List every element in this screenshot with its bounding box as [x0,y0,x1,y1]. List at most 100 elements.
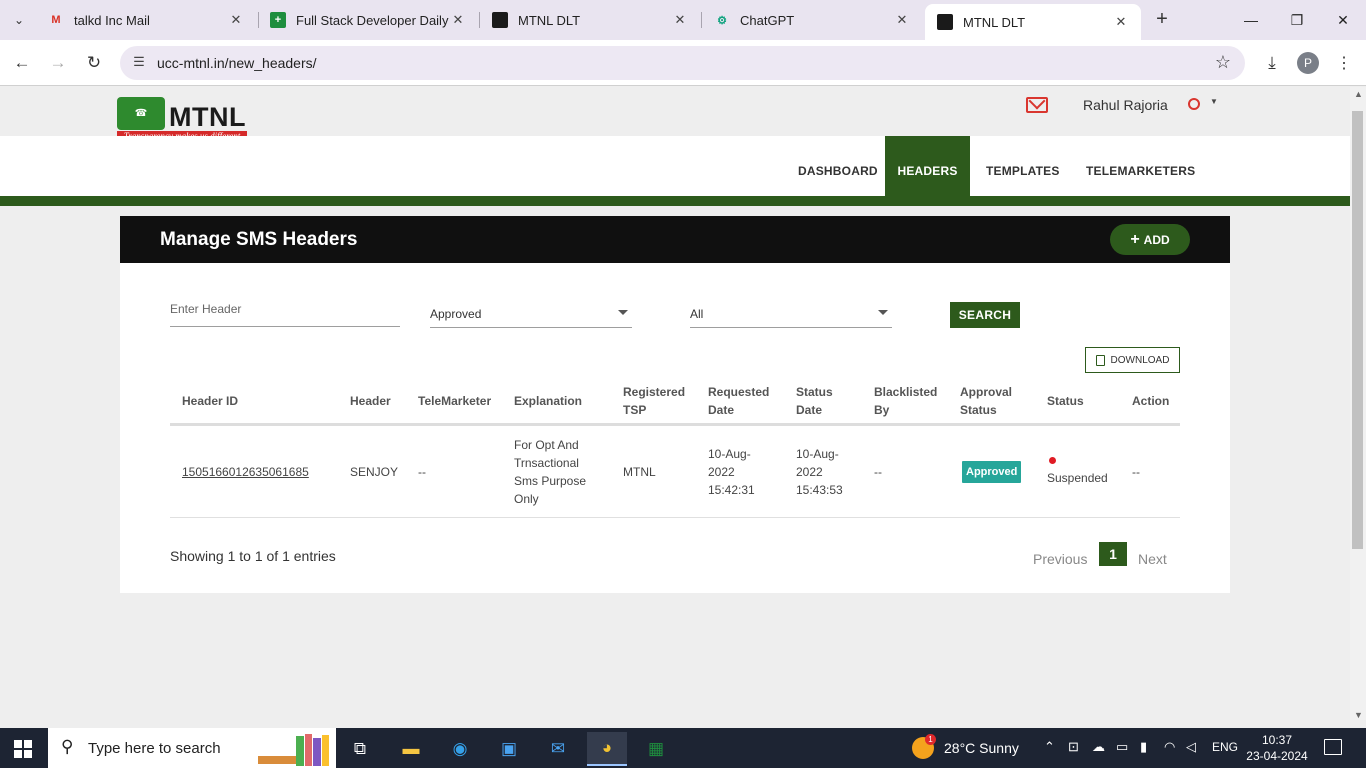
windows-start-icon[interactable] [14,740,32,758]
column-header[interactable]: Registered TSP [623,376,693,426]
weather-badge: 1 [925,734,936,745]
task-view-icon[interactable]: ⧉ [340,732,380,766]
language-indicator[interactable]: ENG [1212,740,1238,754]
add-button-label: ADD [1143,232,1170,247]
nav-dashboard[interactable]: DASHBOARD [782,136,894,206]
column-header[interactable]: Blacklisted By [874,376,944,426]
caret-down-icon[interactable]: ▼ [1210,97,1218,106]
excel-icon[interactable]: ▦ [636,732,676,766]
download-button[interactable]: DOWNLOAD [1085,347,1180,373]
tray-chevron-icon[interactable]: ⌃ [1044,739,1055,755]
nav-headers[interactable]: HEADERS [885,136,970,206]
minimize-icon[interactable]: — [1228,0,1274,40]
phone-logo-icon: ☎ [117,97,165,130]
card-header: Manage SMS Headers + ADD [120,216,1230,263]
site-info-icon[interactable]: ☰ [130,54,148,72]
nav-telemarketers[interactable]: TELEMARKETERS [1070,136,1211,206]
scroll-up-icon[interactable]: ▲ [1354,89,1363,99]
column-header[interactable]: Header [350,376,391,426]
file-explorer-icon[interactable]: ▬ [391,732,431,766]
close-tab-icon[interactable]: ✕ [228,12,244,28]
dropdown-caret-icon [878,310,888,315]
status-select[interactable]: All [690,302,892,328]
dropdown-caret-icon [618,310,628,315]
new-tab-icon[interactable]: + [1150,8,1174,32]
next-page-link[interactable]: Next [1138,551,1167,567]
browser-tab[interactable]: MTNL DLT ✕ [480,0,700,40]
sheets-icon: + [270,12,286,28]
taskbar-search-placeholder: Type here to search [88,740,221,757]
user-icon[interactable] [1188,98,1200,110]
mail-app-icon[interactable]: ✉ [538,732,578,766]
clock[interactable]: 10:37 23-04-2024 [1246,732,1308,764]
menu-kebab-icon[interactable]: ⋮ [1330,49,1358,77]
battery-icon[interactable]: ▮ [1140,739,1147,755]
header-id-link[interactable]: 1505166012635061685 [182,426,309,518]
display-icon[interactable]: ▭ [1116,739,1128,755]
add-header-button[interactable]: + ADD [1110,224,1190,255]
scroll-thumb[interactable] [1352,111,1363,549]
books-illustration-icon [258,734,329,766]
bookmark-star-icon[interactable]: ☆ [1215,52,1231,73]
headers-card: Manage SMS Headers + ADD Approved All SE… [120,216,1230,593]
nav-templates[interactable]: TEMPLATES [970,136,1076,206]
column-header[interactable]: Approval Status [960,376,1020,426]
close-window-icon[interactable]: ✕ [1320,0,1366,40]
column-header[interactable]: Header ID [182,376,238,426]
close-tab-icon[interactable]: ✕ [672,12,688,28]
reload-icon[interactable]: ↻ [80,49,108,77]
scroll-down-icon[interactable]: ▼ [1354,710,1363,720]
wifi-icon[interactable]: ◠ [1164,739,1175,755]
browser-tab[interactable]: ⚙ ChatGPT ✕ [702,0,922,40]
tab-title: MTNL DLT [518,12,581,28]
column-header[interactable]: Explanation [514,376,582,426]
approval-status-select[interactable]: Approved [430,302,632,328]
notification-icon[interactable] [1324,739,1342,755]
profile-avatar[interactable]: P [1297,52,1319,74]
column-header[interactable]: Requested Date [708,376,778,426]
status-cell: Suspended [1047,426,1108,518]
column-header[interactable]: TeleMarketer [418,376,491,426]
browser-tab[interactable]: M talkd Inc Mail ✕ [36,0,256,40]
chrome-icon[interactable]: ◕ [587,732,627,766]
page: ☎ MTNL Transparency makes us different R… [0,87,1350,720]
username[interactable]: Rahul Rajoria [1083,97,1168,113]
column-header[interactable]: Action [1132,376,1169,426]
restore-icon[interactable]: ❐ [1274,0,1320,40]
search-button[interactable]: SEARCH [950,302,1020,328]
volume-icon[interactable]: ◁ [1186,739,1196,755]
explanation-cell: For Opt And Trnsactional Sms Purpose Onl… [514,438,587,506]
mail-icon[interactable] [1026,97,1048,113]
browser-tab[interactable]: + Full Stack Developer Daily T ✕ [258,0,478,40]
column-header[interactable]: Status [1047,376,1084,426]
close-tab-icon[interactable]: ✕ [894,12,910,28]
plus-icon: + [1130,230,1140,248]
logo-name: MTNL [169,102,246,132]
status-text: Suspended [1047,471,1108,485]
browser-tab-active[interactable]: MTNL DLT ✕ [925,4,1141,40]
header-search-input[interactable] [170,296,400,316]
onedrive-icon[interactable]: ☁ [1092,739,1105,755]
table-row: 1505166012635061685 SENJOY -- For Opt An… [170,426,1180,518]
taskbar-search-box[interactable]: ⚲ Type here to search [48,728,336,768]
store-icon[interactable]: ▣ [489,732,529,766]
meet-icon[interactable]: ⊡ [1068,739,1079,755]
weather-text[interactable]: 28°C Sunny [944,740,1019,756]
page-number-button[interactable]: 1 [1099,542,1127,566]
close-tab-icon[interactable]: ✕ [450,12,466,28]
address-bar[interactable]: ☰ ucc-mtnl.in/new_headers/ ☆ [120,46,1245,80]
edge-icon[interactable]: ◉ [440,732,480,766]
page-scrollbar[interactable]: ▲ ▼ [1350,87,1366,720]
header-search-field[interactable] [170,296,400,327]
url-text[interactable]: ucc-mtnl.in/new_headers/ [157,55,317,71]
tab-search-chevron-icon[interactable]: ⌄ [6,8,32,32]
close-tab-icon[interactable]: ✕ [1113,14,1129,30]
blacklisted-by-cell: -- [874,465,882,479]
previous-page-link[interactable]: Previous [1033,551,1087,567]
back-icon[interactable]: ← [8,49,36,77]
download-icon[interactable]: ⤓ [1258,49,1286,77]
tab-title: ChatGPT [740,12,795,28]
forward-icon[interactable]: → [44,49,72,77]
column-header[interactable]: Status Date [796,376,846,426]
status-date-cell: 10-Aug-2022 15:43:53 [796,447,843,497]
